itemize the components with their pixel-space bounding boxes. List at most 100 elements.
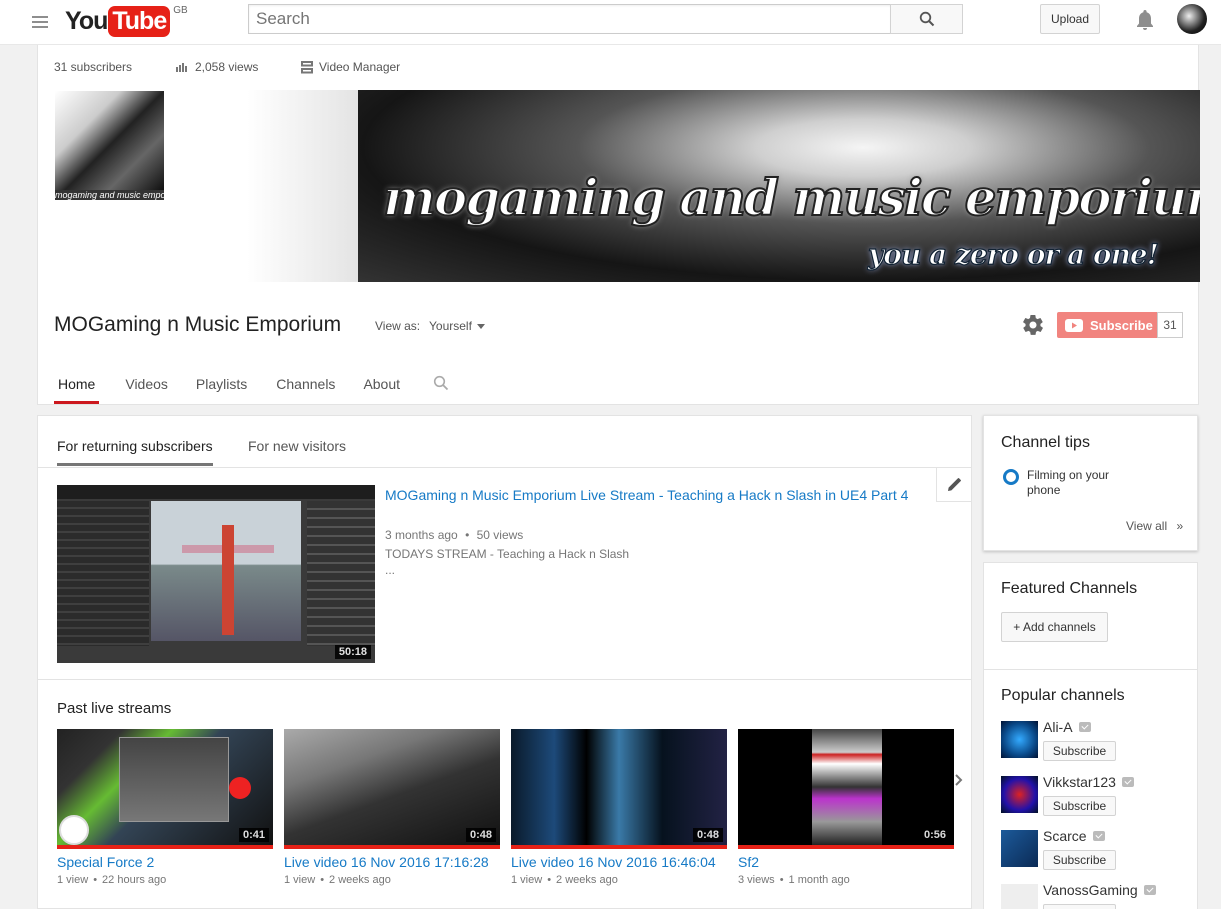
video-manager-icon: [301, 60, 313, 73]
channel-tips-title: Channel tips: [1001, 434, 1090, 451]
view-count-text: 2,058 views: [195, 60, 259, 74]
channel-stats: 31 subscribers 2,058 views Video Manager: [54, 60, 400, 74]
edit-button[interactable]: [936, 468, 972, 502]
thumb-character: [222, 525, 234, 635]
video-age: 22 hours ago: [102, 874, 167, 886]
pencil-icon: [948, 478, 961, 491]
featured-age: 3 months ago: [385, 528, 458, 542]
video-thumbnail[interactable]: 0:48: [511, 729, 727, 849]
notifications-bell-icon[interactable]: [1134, 8, 1156, 35]
channel-avatar[interactable]: mogaming and music emporium: [54, 90, 165, 201]
channel-avatar[interactable]: [1001, 884, 1038, 909]
subscribe-button[interactable]: Subscribe: [1043, 796, 1116, 816]
channel-settings-gear-icon[interactable]: [1021, 313, 1045, 340]
subscribe-count: 31: [1157, 312, 1183, 338]
video-thumbnail[interactable]: 0:56: [738, 729, 954, 849]
popular-channel: VanossGaming Subscribe: [1001, 882, 1191, 909]
meta-separator: •: [465, 528, 470, 542]
shelf-title[interactable]: Past live streams: [57, 700, 171, 717]
youtube-logo[interactable]: You Tube GB: [65, 4, 188, 38]
region-code: GB: [173, 5, 188, 16]
search-input[interactable]: [248, 4, 891, 34]
subscribe-button[interactable]: Subscribe: [1043, 850, 1116, 870]
tab-playlists[interactable]: Playlists: [192, 371, 251, 404]
tab-about[interactable]: About: [359, 371, 404, 404]
channel-avatar[interactable]: [1001, 776, 1038, 813]
featured-duration: 50:18: [334, 645, 371, 659]
tab-channels[interactable]: Channels: [272, 371, 339, 404]
video-duration: 0:41: [238, 828, 269, 842]
channel-tips-card: Channel tips Filming on your phone View …: [983, 415, 1198, 551]
view-all-link[interactable]: View all »: [1126, 519, 1183, 533]
video-card[interactable]: 0:41 Special Force 2 1 view • 22 hours ago: [57, 729, 273, 886]
channel-name-text: VanossGaming: [1043, 882, 1138, 898]
meta-separator: •: [93, 874, 98, 886]
upload-button[interactable]: Upload: [1040, 4, 1100, 34]
video-title[interactable]: Special Force 2: [57, 854, 273, 870]
main-content: For returning subscribers For new visito…: [37, 415, 972, 909]
video-thumbnail[interactable]: 0:41: [57, 729, 273, 849]
thumb-editor-left-panel: [57, 501, 149, 646]
video-manager-link[interactable]: Video Manager: [301, 60, 400, 74]
popular-channel-name[interactable]: Ali-A: [1043, 719, 1091, 735]
tab-returning-subscribers[interactable]: For returning subscribers: [57, 438, 213, 466]
chevron-right-icon[interactable]: [955, 774, 963, 789]
popular-channel: Ali-A Subscribe: [1001, 719, 1191, 771]
video-thumbnail[interactable]: 0:48: [284, 729, 500, 849]
video-meta: 1 view • 2 weeks ago: [511, 874, 727, 886]
subscribe-button[interactable]: Subscribe: [1043, 741, 1116, 761]
video-meta: 1 view • 2 weeks ago: [284, 874, 500, 886]
view-all-label: View all: [1126, 519, 1168, 533]
channel-name-text: Vikkstar123: [1043, 774, 1116, 790]
subscribe-button[interactable]: Subscribe: [1043, 904, 1116, 909]
popular-channel-name[interactable]: Vikkstar123: [1043, 774, 1134, 790]
featured-video-title[interactable]: MOGaming n Music Emporium Live Stream - …: [385, 485, 925, 505]
meta-separator: •: [779, 874, 784, 886]
view-as-value: Yourself: [429, 319, 472, 333]
video-meta: 1 view • 22 hours ago: [57, 874, 273, 886]
subscribe-label: Subscribe: [1090, 317, 1153, 333]
video-manager-text: Video Manager: [319, 60, 401, 74]
logo-you: You: [65, 6, 108, 35]
view-as-label: View as:: [375, 319, 421, 333]
tab-home[interactable]: Home: [54, 371, 100, 404]
channel-tabs: Home Videos Playlists Channels About: [54, 371, 404, 404]
video-card[interactable]: 0:48 Live video 16 Nov 2016 16:46:04 1 v…: [511, 729, 727, 886]
video-duration: 0:48: [692, 828, 723, 842]
add-channels-button[interactable]: + Add channels: [1001, 612, 1108, 642]
video-card[interactable]: 0:56 Sf2 3 views • 1 month ago: [738, 729, 954, 886]
popular-channel-name[interactable]: VanossGaming: [1043, 882, 1156, 898]
search-button[interactable]: [890, 4, 963, 34]
meta-separator: •: [320, 874, 325, 886]
subscribe-button[interactable]: Subscribe: [1057, 312, 1157, 338]
meta-separator: •: [547, 874, 552, 886]
video-age: 2 weeks ago: [556, 874, 618, 886]
audience-tabs: For returning subscribers For new visito…: [38, 416, 971, 468]
tip-item[interactable]: Filming on your phone: [1027, 468, 1127, 498]
video-age: 1 month ago: [788, 874, 850, 886]
featured-description-more[interactable]: ...: [385, 563, 395, 577]
video-title[interactable]: Live video 16 Nov 2016 16:46:04: [511, 854, 727, 870]
featured-video-meta: 3 months ago • 50 views: [385, 528, 523, 542]
channel-banner: mogaming and music emporium you a zero o…: [38, 90, 1200, 282]
channel-avatar[interactable]: [1001, 830, 1038, 867]
tab-new-visitors[interactable]: For new visitors: [248, 438, 346, 454]
popular-channel: Scarce Subscribe: [1001, 828, 1191, 880]
tab-videos[interactable]: Videos: [121, 371, 172, 404]
popular-channel: Vikkstar123 Subscribe: [1001, 774, 1191, 826]
popular-channel-name[interactable]: Scarce: [1043, 828, 1105, 844]
video-title[interactable]: Live video 16 Nov 2016 17:16:28: [284, 854, 500, 870]
account-avatar[interactable]: [1177, 4, 1207, 34]
video-title[interactable]: Sf2: [738, 854, 954, 870]
hamburger-menu-icon[interactable]: [32, 12, 48, 32]
channel-search-icon[interactable]: [433, 375, 449, 394]
channel-header: 31 subscribers 2,058 views Video Manager…: [37, 45, 1200, 405]
channel-name-text: Scarce: [1043, 828, 1087, 844]
popular-channels-card: Popular channels Ali-A Subscribe Vikksta…: [983, 669, 1198, 909]
featured-video-thumbnail[interactable]: 50:18: [57, 485, 375, 663]
channel-avatar[interactable]: [1001, 721, 1038, 758]
video-card[interactable]: 0:48 Live video 16 Nov 2016 17:16:28 1 v…: [284, 729, 500, 886]
banner-tagline: you a zero or a one!: [867, 237, 1159, 271]
video-views: 1 view: [57, 874, 89, 886]
view-as-dropdown[interactable]: Yourself: [429, 319, 485, 333]
